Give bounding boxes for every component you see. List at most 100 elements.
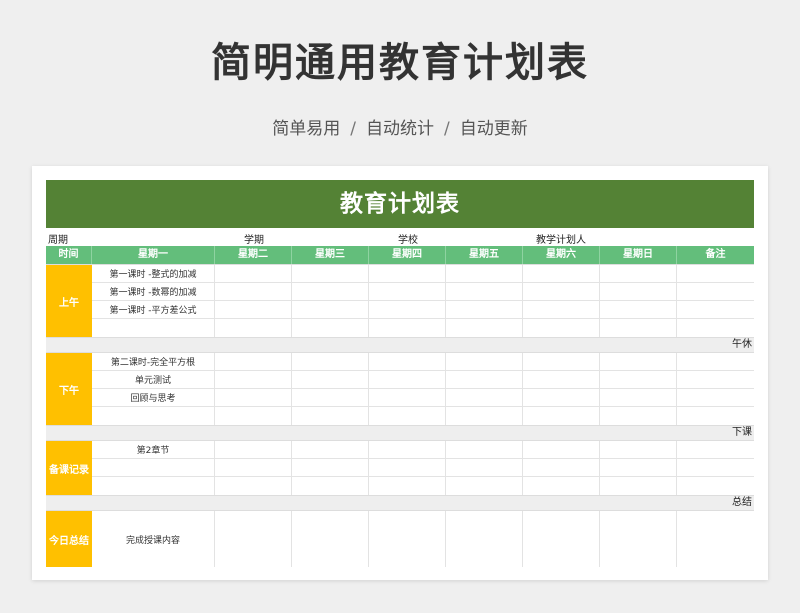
cell[interactable] (446, 511, 523, 567)
cell[interactable] (215, 441, 292, 458)
cell[interactable] (369, 441, 446, 458)
cell[interactable] (600, 301, 677, 318)
cell[interactable] (446, 301, 523, 318)
cell[interactable] (292, 301, 369, 318)
cell[interactable] (292, 389, 369, 406)
cell[interactable] (446, 283, 523, 300)
cell[interactable] (523, 265, 600, 282)
cell[interactable] (600, 319, 677, 337)
cell[interactable] (215, 301, 292, 318)
cell[interactable] (292, 353, 369, 370)
cell[interactable] (369, 265, 446, 282)
cell[interactable] (215, 371, 292, 388)
cell[interactable] (215, 511, 292, 567)
cell[interactable] (523, 477, 600, 495)
cell[interactable] (292, 371, 369, 388)
cell[interactable] (600, 353, 677, 370)
cell[interactable] (292, 477, 369, 495)
cell[interactable] (292, 511, 369, 567)
cell[interactable] (292, 407, 369, 425)
cell[interactable] (677, 371, 754, 388)
cell[interactable] (600, 459, 677, 476)
cell[interactable] (369, 301, 446, 318)
cell[interactable] (523, 283, 600, 300)
cell[interactable] (600, 389, 677, 406)
cell[interactable] (600, 265, 677, 282)
cell[interactable] (215, 407, 292, 425)
separator-end-class: 下课 (46, 425, 754, 440)
cell[interactable] (292, 319, 369, 337)
separator-lunch: 午休 (46, 337, 754, 352)
cell[interactable] (215, 319, 292, 337)
cell[interactable] (600, 477, 677, 495)
cell[interactable]: 第一课时 -平方差公式 (92, 301, 215, 318)
cell[interactable]: 第2章节 (92, 441, 215, 458)
cell[interactable] (600, 283, 677, 300)
cell[interactable] (523, 459, 600, 476)
cell[interactable]: 第二课时-完全平方根 (92, 353, 215, 370)
cell[interactable] (446, 265, 523, 282)
cell[interactable]: 第一课时 -数幂的加减 (92, 283, 215, 300)
cell[interactable] (215, 265, 292, 282)
cell[interactable] (92, 319, 215, 337)
cell[interactable] (369, 319, 446, 337)
cell[interactable] (446, 371, 523, 388)
cell[interactable] (677, 353, 754, 370)
cell[interactable] (677, 441, 754, 458)
cell[interactable] (446, 319, 523, 337)
cell[interactable] (677, 477, 754, 495)
cell[interactable] (523, 319, 600, 337)
cell[interactable] (446, 353, 523, 370)
cell[interactable] (369, 353, 446, 370)
cell[interactable] (523, 371, 600, 388)
cell[interactable] (446, 441, 523, 458)
cell[interactable] (600, 371, 677, 388)
cell[interactable] (369, 511, 446, 567)
cell[interactable] (600, 511, 677, 567)
cell[interactable] (446, 459, 523, 476)
cell[interactable]: 回顾与思考 (92, 389, 215, 406)
cell[interactable]: 完成授课内容 (92, 511, 215, 567)
cell[interactable] (92, 407, 215, 425)
cell[interactable] (523, 407, 600, 425)
cell[interactable] (523, 511, 600, 567)
cell[interactable] (446, 477, 523, 495)
cell[interactable] (677, 283, 754, 300)
cell[interactable] (369, 459, 446, 476)
cell[interactable] (677, 301, 754, 318)
cell[interactable] (677, 407, 754, 425)
cell[interactable] (369, 389, 446, 406)
cell[interactable] (677, 511, 754, 567)
cell[interactable] (677, 389, 754, 406)
cell[interactable] (369, 407, 446, 425)
cell[interactable] (292, 265, 369, 282)
block-label: 今日总结 (46, 511, 92, 567)
cell[interactable] (292, 441, 369, 458)
cell[interactable] (677, 459, 754, 476)
cell[interactable]: 单元测试 (92, 371, 215, 388)
cell[interactable]: 第一课时 -整式的加减 (92, 265, 215, 282)
cell[interactable] (446, 407, 523, 425)
cell[interactable] (523, 353, 600, 370)
cell[interactable] (215, 353, 292, 370)
cell[interactable] (523, 441, 600, 458)
cell[interactable] (446, 389, 523, 406)
cell[interactable] (600, 407, 677, 425)
cell[interactable] (677, 319, 754, 337)
cell[interactable] (369, 371, 446, 388)
cell[interactable] (215, 283, 292, 300)
cell[interactable] (369, 283, 446, 300)
cell[interactable] (92, 477, 215, 495)
cell[interactable] (92, 459, 215, 476)
cell[interactable] (600, 441, 677, 458)
cell[interactable] (523, 389, 600, 406)
block-afternoon: 下午 第二课时-完全平方根 单元测试 回顾与思考 (46, 352, 754, 425)
cell[interactable] (292, 283, 369, 300)
cell[interactable] (677, 265, 754, 282)
cell[interactable] (292, 459, 369, 476)
cell[interactable] (369, 477, 446, 495)
cell[interactable] (215, 459, 292, 476)
cell[interactable] (215, 389, 292, 406)
cell[interactable] (523, 301, 600, 318)
cell[interactable] (215, 477, 292, 495)
